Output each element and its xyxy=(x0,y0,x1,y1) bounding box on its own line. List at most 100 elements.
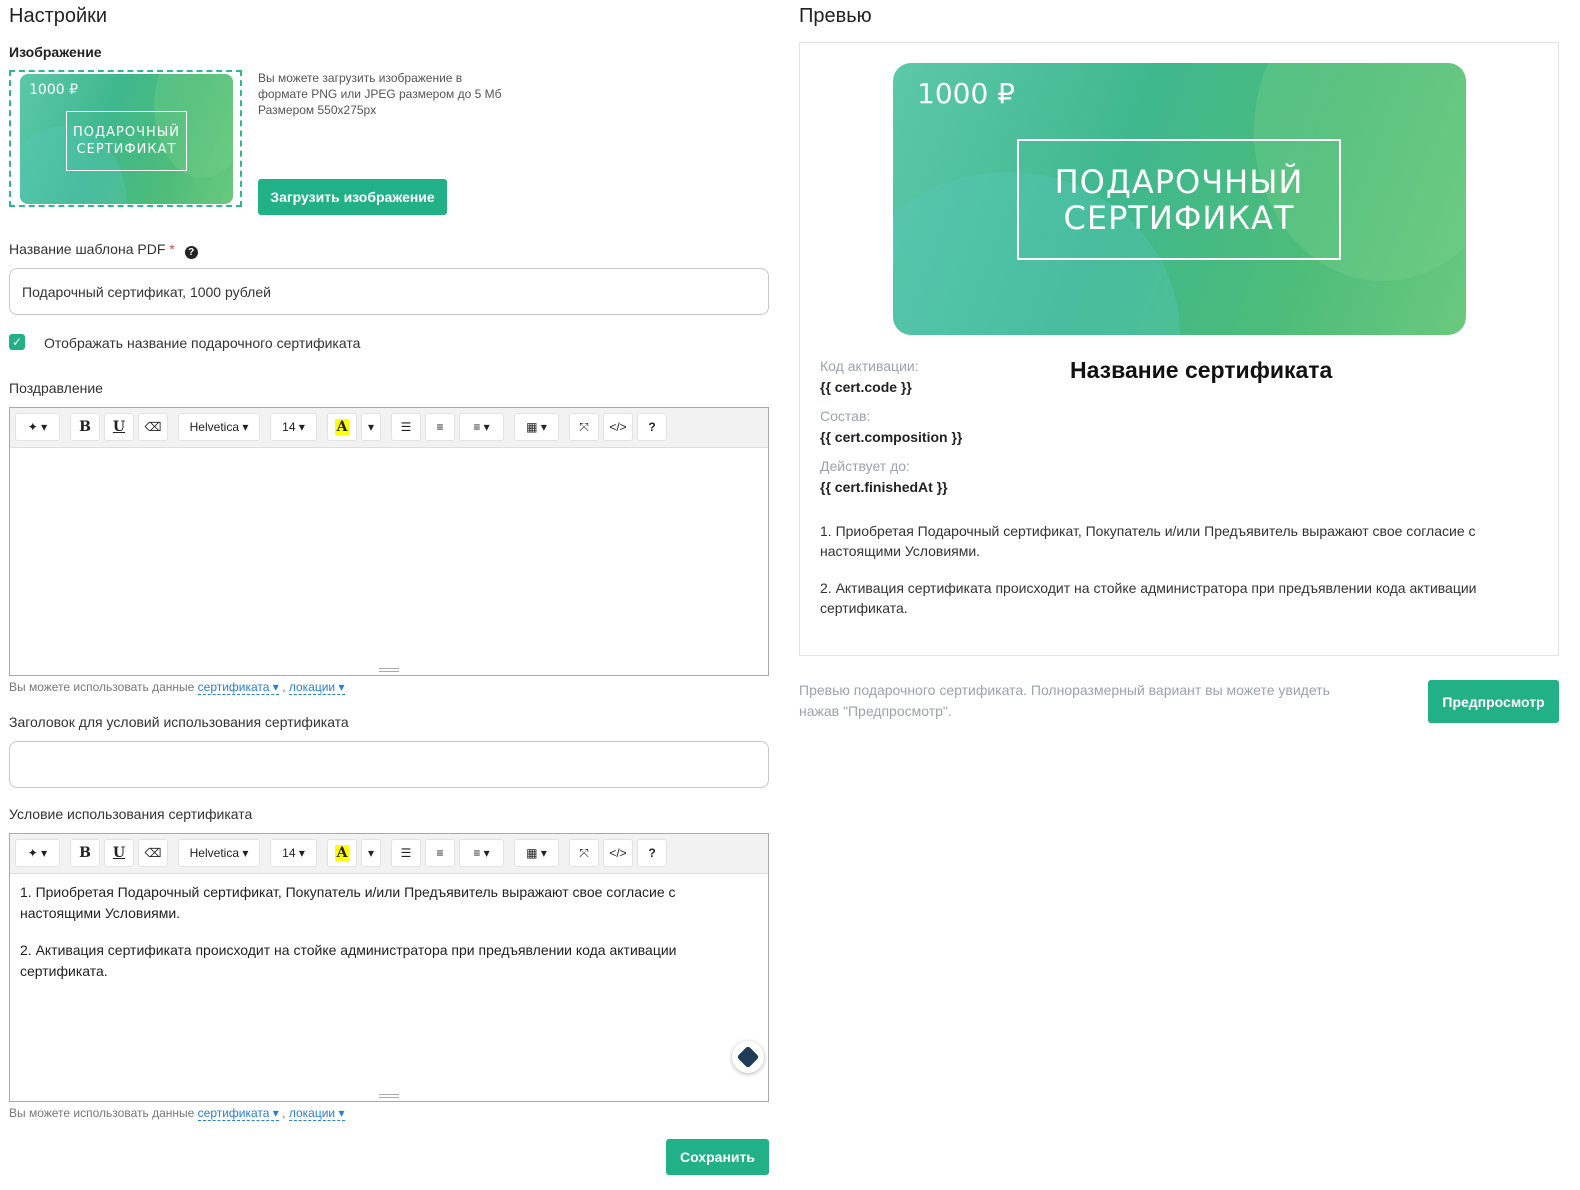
highlight-button[interactable]: A xyxy=(327,839,357,867)
cert-price: 1000 ₽ xyxy=(917,77,1015,110)
preview-footer-line: нажав "Предпросмотр". xyxy=(799,703,952,719)
show-name-checkbox[interactable]: ✓ xyxy=(9,334,25,350)
help-icon[interactable]: ? xyxy=(184,246,198,259)
font-family-select[interactable]: Helvetica ▾ xyxy=(178,839,260,867)
code-view-button[interactable]: </> xyxy=(603,839,633,867)
font-family-value: Helvetica xyxy=(189,420,239,434)
cert-title-box: ПОДАРОЧНЫЙ СЕРТИФИКАТ xyxy=(66,111,187,171)
align-icon[interactable]: ≡ ▾ xyxy=(459,839,504,867)
image-hint-line: Вы можете загрузить изображение в xyxy=(258,71,463,85)
location-vars-link[interactable]: локации ▾ xyxy=(288,1106,345,1121)
template-name-input[interactable]: Подарочный сертификат, 1000 рублей xyxy=(9,268,769,315)
image-hint: Вы можете загрузить изображение в формат… xyxy=(258,70,501,118)
preview-certificate-image: 1000 ₽ ПОДАРОЧНЫЙ СЕРТИФИКАТ xyxy=(893,63,1466,335)
magic-wand-icon[interactable]: ✦ ▾ xyxy=(15,413,60,441)
image-hint-line: формате PNG или JPEG размером до 5 Мб xyxy=(258,87,502,101)
resize-handle[interactable] xyxy=(379,1094,399,1098)
vars-sep: , xyxy=(282,1106,286,1120)
cert-line1: ПОДАРОЧНЫЙ xyxy=(1054,162,1304,201)
location-vars-link-text: локации xyxy=(288,1106,336,1120)
template-name-label: Название шаблона PDF * ? xyxy=(9,241,198,259)
numbered-list-icon[interactable]: ≡ xyxy=(425,839,455,867)
conditions-label: Условие использования сертификата xyxy=(9,806,253,822)
greeting-vars-hint: Вы можете использовать данные сертификат… xyxy=(9,680,345,695)
preview-footer-text: Превью подарочного сертификата. Полнораз… xyxy=(799,680,1330,722)
bold-button[interactable]: B xyxy=(70,413,100,441)
underline-button[interactable]: U xyxy=(104,413,134,441)
help-button[interactable]: ? xyxy=(637,839,667,867)
template-name-label-text: Название шаблона PDF xyxy=(9,241,166,257)
greeting-label: Поздравление xyxy=(9,380,103,396)
settings-title: Настройки xyxy=(9,5,108,27)
highlight-dropdown[interactable]: ▾ xyxy=(361,413,381,441)
vars-sep: , xyxy=(282,680,286,694)
eraser-icon[interactable]: ⌫ xyxy=(138,839,168,867)
help-button[interactable]: ? xyxy=(637,413,667,441)
bullet-list-icon[interactable]: ☰ xyxy=(391,413,421,441)
image-section-label: Изображение xyxy=(9,44,102,60)
image-upload-frame[interactable]: 1000 ₽ ПОДАРОЧНЫЙ СЕРТИФИКАТ xyxy=(9,70,242,207)
numbered-list-icon[interactable]: ≡ xyxy=(425,413,455,441)
valid-until-label: Действует до: xyxy=(820,458,910,474)
certificate-thumbnail: 1000 ₽ ПОДАРОЧНЫЙ СЕРТИФИКАТ xyxy=(20,74,233,204)
cert-title-box: ПОДАРОЧНЫЙ СЕРТИФИКАТ xyxy=(1017,139,1341,260)
required-mark: * xyxy=(169,241,175,257)
valid-until-value: {{ cert.finishedAt }} xyxy=(820,479,948,495)
font-size-select[interactable]: 14 ▾ xyxy=(270,413,317,441)
vars-hint-prefix: Вы можете использовать данные xyxy=(9,680,195,694)
conditions-vars-hint: Вы можете использовать данные сертификат… xyxy=(9,1106,345,1121)
font-family-select[interactable]: Helvetica ▾ xyxy=(178,413,260,441)
preview-title: Превью xyxy=(799,5,872,27)
activation-code-label: Код активации: xyxy=(820,358,919,374)
cert-vars-link[interactable]: сертификата ▾ xyxy=(197,1106,279,1121)
table-icon[interactable]: ▦ ▾ xyxy=(514,839,559,867)
font-size-value: 14 xyxy=(282,846,296,860)
preview-footer-line: Превью подарочного сертификата. Полнораз… xyxy=(799,682,1330,698)
code-view-button[interactable]: </> xyxy=(603,413,633,441)
highlight-glyph: A xyxy=(334,845,350,861)
table-icon[interactable]: ▦ ▾ xyxy=(514,413,559,441)
greeting-editor-body[interactable] xyxy=(10,448,768,674)
activation-code-value: {{ cert.code }} xyxy=(820,379,912,395)
bullet-list-icon[interactable]: ☰ xyxy=(391,839,421,867)
image-hint-line: Размером 550x275px xyxy=(258,103,377,117)
font-size-select[interactable]: 14 ▾ xyxy=(270,839,317,867)
greeting-editor[interactable]: ✦ ▾ B U ⌫ Helvetica ▾ 14 ▾ A ▾ ☰ ≡ ≡ ▾ ▦… xyxy=(9,407,769,676)
cert-vars-link-text: сертификата xyxy=(197,680,270,694)
condition-paragraph: 2. Активация сертификата происходит на с… xyxy=(20,942,677,979)
fullscreen-icon[interactable]: ⤧ xyxy=(569,839,599,867)
preview-button[interactable]: Предпросмотр xyxy=(1428,680,1559,723)
align-icon[interactable]: ≡ ▾ xyxy=(459,413,504,441)
upload-image-button[interactable]: Загрузить изображение xyxy=(258,179,447,215)
cert-line2: СЕРТИФИКАТ xyxy=(76,142,177,157)
editor-toolbar: ✦ ▾ B U ⌫ Helvetica ▾ 14 ▾ A ▾ ☰ ≡ ≡ ▾ ▦… xyxy=(10,834,768,874)
bold-button[interactable]: B xyxy=(70,839,100,867)
underline-button[interactable]: U xyxy=(104,839,134,867)
assistant-icon[interactable] xyxy=(732,1041,764,1073)
eraser-icon[interactable]: ⌫ xyxy=(138,413,168,441)
conditions-editor[interactable]: ✦ ▾ B U ⌫ Helvetica ▾ 14 ▾ A ▾ ☰ ≡ ≡ ▾ ▦… xyxy=(9,833,769,1102)
highlight-dropdown[interactable]: ▾ xyxy=(361,839,381,867)
conditions-editor-body[interactable]: 1. Приобретая Подарочный сертификат, Пок… xyxy=(10,874,768,1100)
preview-cert-name: Название сертификата xyxy=(1070,357,1333,383)
highlight-glyph: A xyxy=(334,419,350,435)
cert-line2: СЕРТИФИКАТ xyxy=(1063,198,1295,237)
magic-wand-icon[interactable]: ✦ ▾ xyxy=(15,839,60,867)
location-vars-link[interactable]: локации ▾ xyxy=(288,680,345,695)
location-vars-link-text: локации xyxy=(288,680,336,694)
font-family-value: Helvetica xyxy=(189,846,239,860)
save-button[interactable]: Сохранить xyxy=(666,1139,769,1175)
resize-handle[interactable] xyxy=(379,668,399,672)
preview-term: 1. Приобретая Подарочный сертификат, Пок… xyxy=(820,523,1476,559)
cert-vars-link-text: сертификата xyxy=(197,1106,270,1120)
vars-hint-prefix: Вы можете использовать данные xyxy=(9,1106,195,1120)
conditions-title-label: Заголовок для условий использования серт… xyxy=(9,714,349,730)
fullscreen-icon[interactable]: ⤧ xyxy=(569,413,599,441)
show-name-checkbox-label: Отображать название подарочного сертифик… xyxy=(44,335,361,351)
cert-vars-link[interactable]: сертификата ▾ xyxy=(197,680,279,695)
preview-panel: 1000 ₽ ПОДАРОЧНЫЙ СЕРТИФИКАТ Код активац… xyxy=(799,42,1559,656)
conditions-title-input[interactable] xyxy=(9,741,769,788)
font-size-value: 14 xyxy=(282,420,296,434)
condition-paragraph: 1. Приобретая Подарочный сертификат, Пок… xyxy=(20,884,676,921)
highlight-button[interactable]: A xyxy=(327,413,357,441)
